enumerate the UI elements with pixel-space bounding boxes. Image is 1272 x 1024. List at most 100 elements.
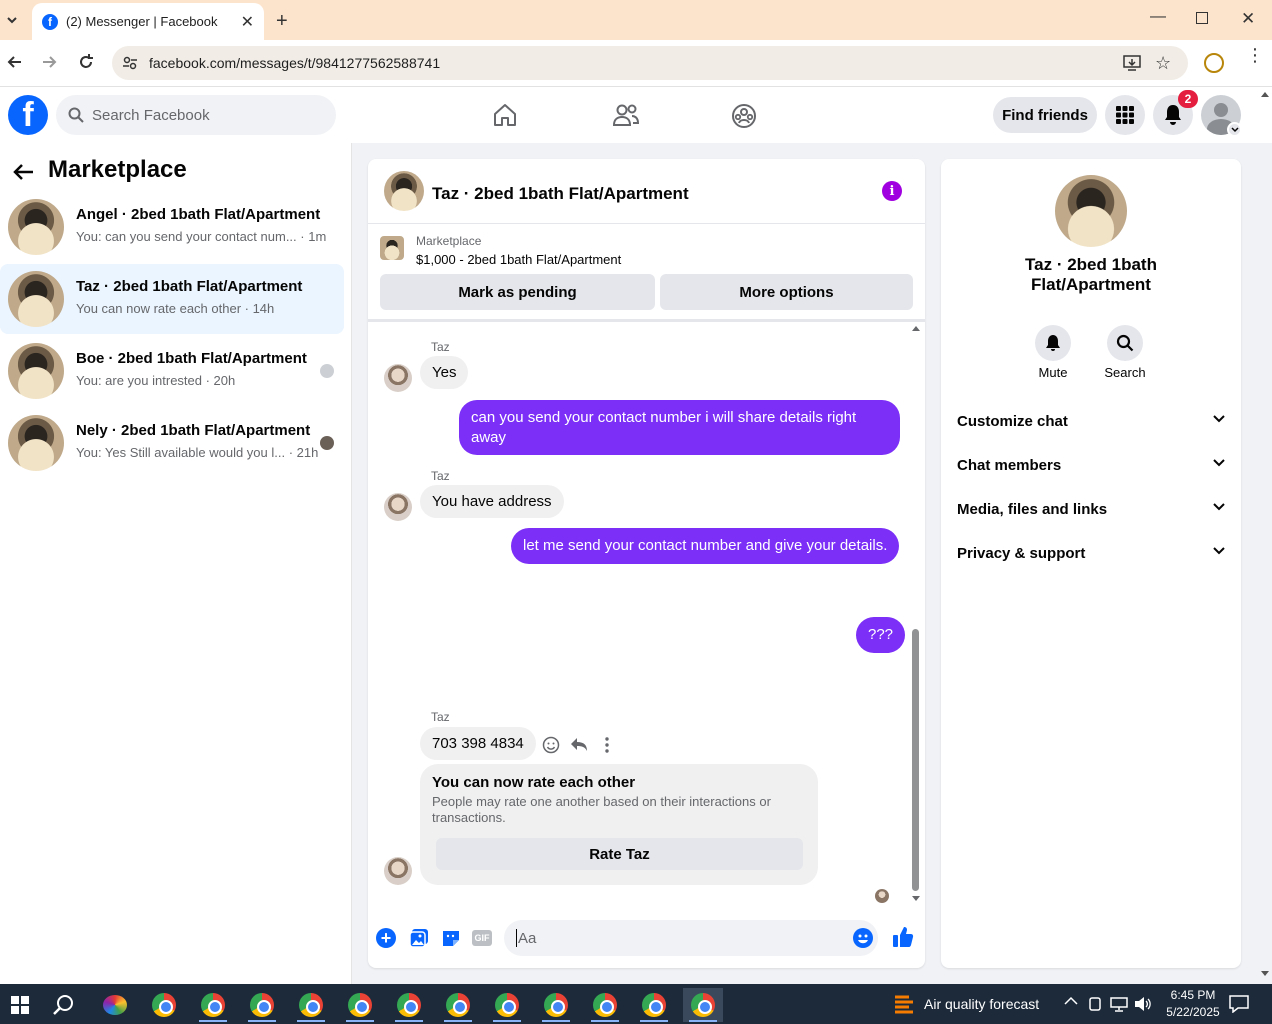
chrome-profile-icon[interactable]	[291, 988, 331, 1022]
back-arrow-icon[interactable]	[12, 163, 34, 181]
incoming-message[interactable]: You have address	[420, 485, 564, 518]
read-receipt-avatar	[875, 889, 889, 903]
tab-list-icon[interactable]	[4, 12, 20, 28]
network-icon[interactable]	[1110, 996, 1128, 1012]
message-input[interactable]: Aa	[504, 920, 878, 956]
chevron-down-icon	[1213, 415, 1225, 423]
chrome-profile-icon[interactable]	[193, 988, 233, 1022]
incoming-message[interactable]: Yes	[420, 356, 469, 389]
section-label: Media, files and links	[957, 501, 1108, 518]
forward-icon[interactable]	[40, 53, 58, 71]
chat-members-section[interactable]: Chat members	[957, 457, 1225, 474]
minimize-icon[interactable]: —	[1150, 8, 1166, 26]
show-hidden-icons-chevron-icon[interactable]	[1064, 996, 1078, 1006]
clock-time[interactable]: 6:45 PM	[1160, 988, 1226, 1002]
chat-title[interactable]: Taz · 2bed 1bath Flat/Apartment	[432, 184, 689, 204]
url-input[interactable]: facebook.com/messages/t/9841277562588741…	[112, 46, 1188, 80]
scroll-up-arrow-icon[interactable]	[911, 324, 921, 332]
rate-taz-button[interactable]: Rate Taz	[436, 838, 803, 870]
sticker-icon[interactable]	[441, 928, 461, 948]
conversation-item[interactable]: Nely · 2bed 1bath Flat/Apartment You: Ye…	[0, 408, 344, 478]
clock-date[interactable]: 5/22/2025	[1160, 1005, 1226, 1019]
reply-icon[interactable]	[570, 737, 588, 753]
emoji-icon[interactable]	[853, 928, 873, 948]
chrome-profile-icon[interactable]	[634, 988, 674, 1022]
chrome-profile-icon[interactable]	[438, 988, 478, 1022]
sender-avatar[interactable]	[384, 364, 412, 392]
conversation-item[interactable]: Angel · 2bed 1bath Flat/Apartment You: c…	[0, 192, 344, 262]
chrome-profile-icon[interactable]	[585, 988, 625, 1022]
page-scroll-down-icon[interactable]	[1260, 970, 1270, 978]
conversation-item[interactable]: Boe · 2bed 1bath Flat/Apartment You: are…	[0, 336, 344, 406]
window-close-icon[interactable]: ✕	[1241, 9, 1255, 29]
home-icon[interactable]	[492, 103, 518, 127]
notification-center-icon[interactable]	[1229, 995, 1249, 1013]
weather-widget-label[interactable]: Air quality forecast	[924, 996, 1039, 1012]
outgoing-message[interactable]: can you send your contact number i will …	[459, 400, 900, 455]
chrome-profile-icon[interactable]	[340, 988, 380, 1022]
incoming-message[interactable]: 703 398 4834	[420, 727, 536, 760]
outgoing-message[interactable]: let me send your contact number and give…	[511, 528, 900, 564]
meet-now-icon[interactable]	[1088, 996, 1102, 1012]
sender-avatar[interactable]	[384, 493, 412, 521]
install-app-icon[interactable]	[1123, 54, 1141, 72]
start-windows-icon[interactable]	[0, 988, 40, 1022]
outgoing-message[interactable]: ???	[856, 617, 906, 653]
volume-icon[interactable]	[1134, 996, 1152, 1012]
back-icon[interactable]	[6, 53, 24, 71]
friends-icon[interactable]	[612, 103, 640, 127]
taskbar-search-icon[interactable]	[44, 988, 84, 1022]
find-friends-button[interactable]: Find friends	[993, 97, 1097, 133]
bookmark-star-icon[interactable]: ☆	[1155, 53, 1171, 74]
browser-tab[interactable]: f (2) Messenger | Facebook ✕	[32, 3, 264, 40]
chrome-profile-icon-active[interactable]	[683, 988, 723, 1022]
listing-description[interactable]: $1,000 - 2bed 1bath Flat/Apartment	[416, 252, 621, 267]
reload-icon[interactable]	[77, 53, 95, 71]
more-actions-plus-icon[interactable]: +	[376, 928, 396, 948]
like-thumb-icon[interactable]	[892, 926, 914, 948]
maximize-icon[interactable]	[1196, 12, 1208, 24]
new-tab-icon[interactable]: +	[276, 10, 288, 33]
air-quality-icon[interactable]	[893, 993, 915, 1015]
paint-app-icon[interactable]	[95, 988, 135, 1022]
listing-thumbnail[interactable]	[380, 236, 404, 260]
menu-grid-icon[interactable]	[1105, 95, 1145, 135]
conversation-item-active[interactable]: Taz · 2bed 1bath Flat/Apartment You can …	[0, 264, 344, 334]
search-label[interactable]: Search	[1095, 365, 1155, 380]
browser-menu-icon[interactable]: ⋮	[1246, 46, 1264, 64]
chat-header-avatar[interactable]	[384, 171, 424, 211]
chat-panel: Taz · 2bed 1bath Flat/Apartment i Market…	[368, 159, 925, 968]
site-info-icon[interactable]	[122, 55, 138, 71]
conversation-info-icon[interactable]: i	[882, 181, 902, 201]
more-options-button[interactable]: More options	[660, 274, 913, 310]
scroll-down-arrow-icon[interactable]	[911, 895, 921, 903]
attach-photo-icon[interactable]	[409, 928, 429, 948]
chrome-icon[interactable]	[144, 988, 184, 1022]
customize-chat-section[interactable]: Customize chat	[957, 413, 1225, 430]
chrome-profile-icon[interactable]	[536, 988, 576, 1022]
account-chevron-down-icon[interactable]	[1227, 122, 1242, 137]
chrome-profile-icon[interactable]	[242, 988, 282, 1022]
conversation-avatar	[8, 415, 64, 471]
mark-as-pending-button[interactable]: Mark as pending	[380, 274, 655, 310]
more-actions-icon[interactable]	[604, 737, 610, 753]
search-conversation-icon[interactable]	[1107, 325, 1143, 361]
search-input[interactable]: Search Facebook	[56, 95, 336, 135]
page-scroll-up-icon[interactable]	[1260, 90, 1270, 98]
mute-bell-icon[interactable]	[1035, 325, 1071, 361]
profile-icon[interactable]	[1204, 53, 1224, 73]
sender-avatar[interactable]	[384, 857, 412, 885]
tab-close-icon[interactable]: ✕	[241, 12, 254, 32]
mute-label[interactable]: Mute	[1023, 365, 1083, 380]
profile-avatar[interactable]	[1055, 175, 1127, 247]
conversation-avatar	[8, 343, 64, 399]
chrome-profile-icon[interactable]	[389, 988, 429, 1022]
groups-icon[interactable]	[731, 103, 757, 129]
react-smiley-icon[interactable]	[542, 736, 560, 754]
messages-scrollbar[interactable]	[912, 629, 919, 891]
facebook-logo-icon[interactable]: f	[8, 95, 48, 135]
privacy-support-section[interactable]: Privacy & support	[957, 545, 1225, 562]
gif-icon[interactable]: GIF	[472, 930, 492, 946]
chrome-profile-icon[interactable]	[487, 988, 527, 1022]
media-files-links-section[interactable]: Media, files and links	[957, 501, 1225, 518]
